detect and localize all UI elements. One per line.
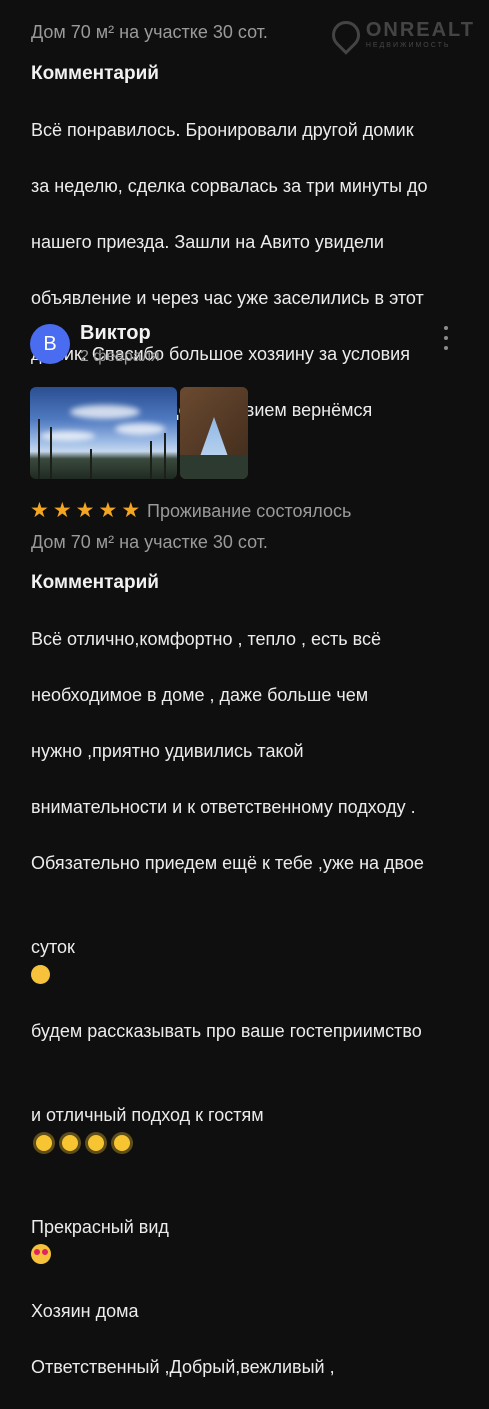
comment-line-with-emoji: Прекрасный вид (31, 1185, 486, 1269)
star-icon: ★ (30, 499, 49, 522)
comment-line: Обязательно приедем ещё к тебе ,уже на д… (31, 853, 424, 873)
comment-line: необходимое в доме , даже больше чем (31, 685, 369, 705)
watermark-title: ONREALT (365, 19, 475, 41)
pin-logo-icon (326, 14, 366, 55)
rating-stars: ★ ★ ★ ★ ★ (30, 500, 140, 522)
comment-line: Ответственный ,Добрый,вежливый , (31, 1357, 335, 1377)
star-icon: ★ (52, 499, 72, 522)
comment-line: Всё отлично,комфортно , тепло , есть всё (31, 629, 381, 649)
author-name[interactable]: Виктор (80, 322, 151, 345)
review-comment-2: Всё отлично,комфортно , тепло , есть всё… (31, 597, 486, 1409)
review-date: 2 февраля (80, 348, 160, 365)
review-photo-interior[interactable] (180, 387, 248, 479)
kebab-menu-icon[interactable] (438, 326, 454, 350)
comment-line-with-emoji: и отличный подход к гостям (31, 1073, 486, 1157)
comment-line: и отличный подход к гостям (31, 1105, 264, 1125)
comment-line: Хозяин дома (31, 1301, 139, 1321)
watermark-subtitle: НЕДВИЖИМОСТЬ (365, 42, 451, 49)
review-photo-sky[interactable] (30, 387, 177, 479)
avatar[interactable]: В (30, 324, 70, 364)
comment-line: нужно ,приятно удивились такой (31, 741, 304, 761)
sun-emoji-icon (62, 1135, 78, 1151)
comment-line: объявление и через час уже заселились в … (31, 288, 424, 308)
comment-line: суток (31, 937, 75, 957)
stay-status: Проживание состоялось (147, 501, 352, 521)
star-icon: ★ (98, 499, 118, 522)
star-icon: ★ (121, 499, 141, 522)
comment-line: нашего приезда. Зашли на Авито увидели (31, 232, 384, 252)
comment-line: внимательности и к ответственному подход… (31, 797, 416, 817)
grin-sweat-emoji-icon (31, 965, 50, 984)
comment-line: Прекрасный вид (31, 1217, 169, 1237)
comment-heading: Комментарий (31, 572, 159, 593)
comment-line: за неделю, сделка сорвалась за три минут… (31, 176, 428, 196)
listing-meta: Дом 70 м² на участке 30 сот. (31, 532, 268, 552)
sun-emoji-icon (88, 1135, 104, 1151)
listing-meta-top: Дом 70 м² на участке 30 сот. (31, 22, 268, 42)
comment-line-with-emoji: суток (31, 905, 486, 989)
watermark-logo: ONREALT НЕДВИЖИМОСТЬ (326, 14, 475, 55)
star-icon: ★ (75, 499, 95, 522)
comment-line: будем рассказывать про ваше гостеприимст… (31, 1021, 422, 1041)
sun-emoji-icon (36, 1135, 52, 1151)
comment-heading: Комментарий (31, 63, 159, 84)
sun-emoji-icon (114, 1135, 130, 1151)
comment-line: Всё понравилось. Бронировали другой доми… (31, 120, 414, 140)
heart-eyes-emoji-icon (31, 1244, 51, 1264)
